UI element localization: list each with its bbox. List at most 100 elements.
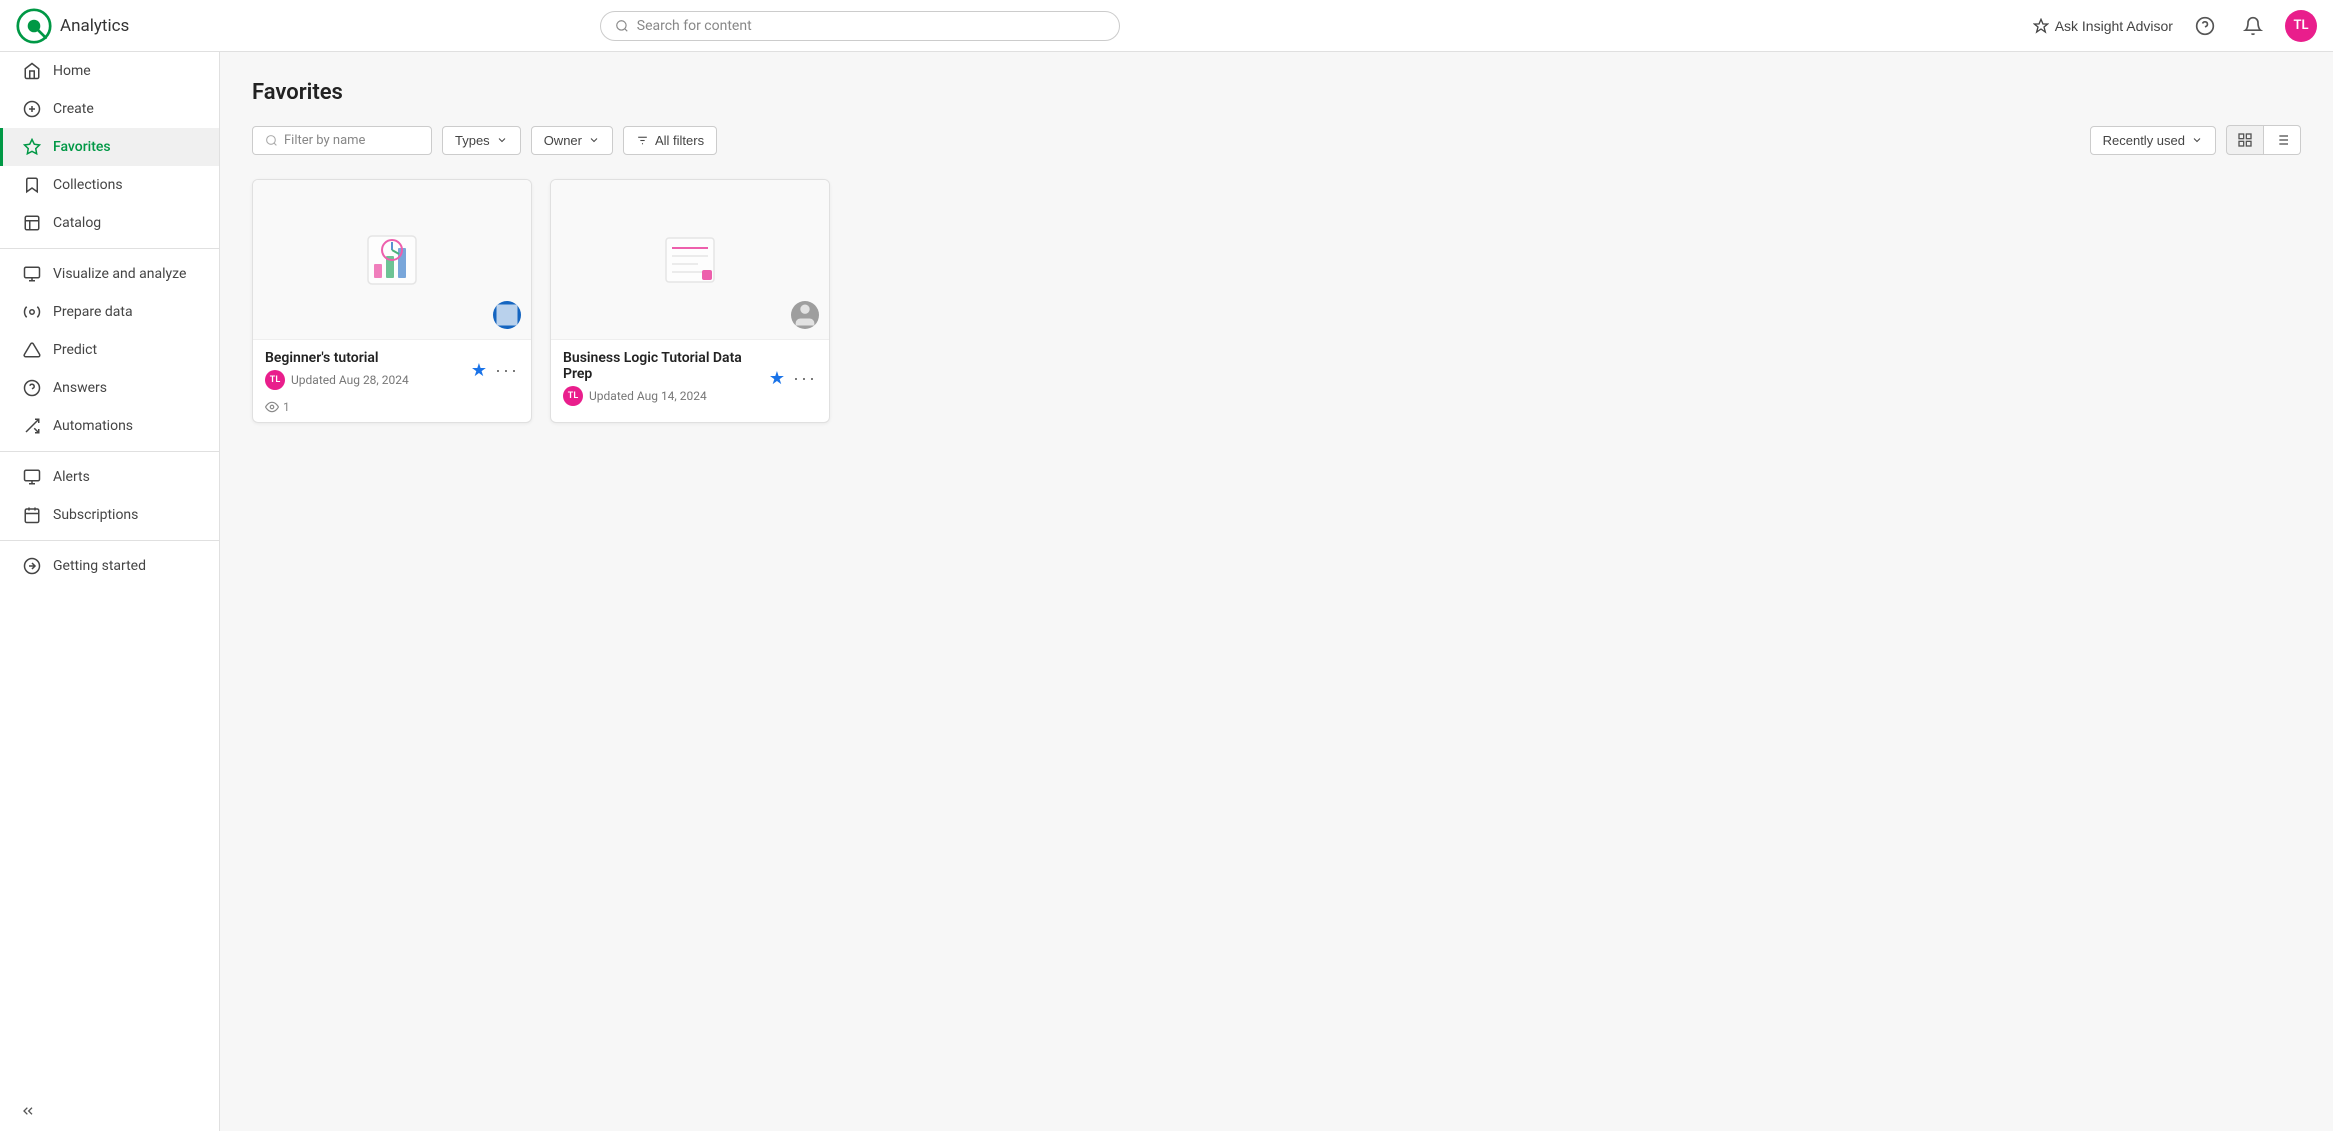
sidebar-divider-3 [0, 540, 219, 541]
card-footer-row-2: Business Logic Tutorial Data Prep TL Upd… [563, 350, 817, 406]
all-filters-button[interactable]: All filters [623, 126, 717, 155]
card-thumb-1 [253, 180, 531, 340]
card-footer-1: Beginner's tutorial TL Updated Aug 28, 2… [253, 340, 531, 400]
sort-chevron-icon [2191, 134, 2203, 146]
app-logo[interactable]: Analytics [16, 8, 129, 44]
sort-button[interactable]: Recently used [2090, 126, 2216, 155]
sidebar-collapse-button[interactable] [20, 1103, 36, 1119]
body-layout: Home Create Favorites Collections Catalo… [0, 52, 2333, 1131]
collapse-icon [20, 1103, 36, 1119]
insight-btn-label: Ask Insight Advisor [2055, 18, 2173, 34]
sidebar-item-prepare[interactable]: Prepare data [0, 293, 219, 331]
card-avatar-2: TL [563, 386, 583, 406]
predict-icon [23, 341, 41, 359]
notifications-button[interactable] [2237, 10, 2269, 42]
all-filters-label: All filters [655, 133, 704, 148]
types-label: Types [455, 133, 490, 148]
card-business-logic[interactable]: Business Logic Tutorial Data Prep TL Upd… [550, 179, 830, 423]
card-thumbnail-icon-1 [360, 228, 424, 292]
topnav-right-section: Ask Insight Advisor TL [2033, 10, 2317, 42]
sidebar-item-predict[interactable]: Predict [0, 331, 219, 369]
owner-chevron-icon [588, 134, 600, 146]
card-thumb-2 [551, 180, 829, 340]
sidebar-item-favorites[interactable]: Favorites [0, 128, 219, 166]
card-beginners-tutorial[interactable]: Beginner's tutorial TL Updated Aug 28, 2… [252, 179, 532, 423]
sidebar-label-getting-started: Getting started [53, 558, 146, 574]
help-button[interactable] [2189, 10, 2221, 42]
sidebar-item-automations[interactable]: Automations [0, 407, 219, 445]
card-views-1: 1 [253, 400, 531, 422]
card-actions-1: ★ ··· [471, 360, 519, 381]
search-placeholder: Search for content [637, 18, 752, 34]
owner-filter-button[interactable]: Owner [531, 126, 613, 155]
filter-bar: Filter by name Types Owner All filters R… [252, 125, 2301, 155]
card-badge-icon-1 [493, 283, 521, 347]
sidebar-item-getting-started[interactable]: Getting started [0, 547, 219, 585]
sidebar-item-catalog[interactable]: Catalog [0, 204, 219, 242]
sidebar-item-collections[interactable]: Collections [0, 166, 219, 204]
card-meta-1: TL Updated Aug 28, 2024 [265, 370, 409, 390]
sidebar-label-favorites: Favorites [53, 139, 111, 155]
user-avatar[interactable]: TL [2285, 10, 2317, 42]
sidebar-label-subscriptions: Subscriptions [53, 507, 138, 523]
sidebar-item-home[interactable]: Home [0, 52, 219, 90]
sidebar-item-create[interactable]: Create [0, 90, 219, 128]
home-icon [23, 62, 41, 80]
filter-search-icon [265, 134, 278, 147]
sidebar-label-home: Home [53, 63, 91, 79]
card-footer-row-1: Beginner's tutorial TL Updated Aug 28, 2… [265, 350, 519, 390]
grid-view-button[interactable] [2226, 125, 2264, 155]
sidebar-label-answers: Answers [53, 380, 107, 396]
prepare-icon [23, 303, 41, 321]
visualize-icon [23, 265, 41, 283]
sidebar-divider-2 [0, 451, 219, 452]
card-star-button-2[interactable]: ★ [769, 368, 785, 389]
card-updated-2: Updated Aug 14, 2024 [589, 389, 707, 403]
sort-label: Recently used [2103, 133, 2185, 148]
notifications-icon [2243, 16, 2263, 36]
sidebar-item-alerts[interactable]: Alerts [0, 458, 219, 496]
collections-icon [23, 176, 41, 194]
card-avatar-1: TL [265, 370, 285, 390]
filter-name-input[interactable]: Filter by name [252, 126, 432, 155]
sidebar-label-create: Create [53, 101, 94, 117]
card-view-count-1: 1 [283, 400, 290, 414]
card-more-button-1[interactable]: ··· [495, 360, 519, 381]
sidebar-label-predict: Predict [53, 342, 97, 358]
card-more-button-2[interactable]: ··· [793, 368, 817, 389]
card-thumbnail-icon-2 [658, 228, 722, 292]
search-icon [615, 19, 629, 33]
list-view-button[interactable] [2264, 125, 2301, 155]
sidebar-divider-1 [0, 248, 219, 249]
top-navigation: Analytics Search for content Ask Insight… [0, 0, 2333, 52]
sidebar: Home Create Favorites Collections Catalo… [0, 52, 220, 1131]
card-type-badge-2 [791, 301, 819, 329]
sidebar-bottom [0, 1091, 219, 1131]
types-filter-button[interactable]: Types [442, 126, 521, 155]
sidebar-item-subscriptions[interactable]: Subscriptions [0, 496, 219, 534]
views-icon-1 [265, 400, 279, 414]
types-chevron-icon [496, 134, 508, 146]
insight-advisor-button[interactable]: Ask Insight Advisor [2033, 18, 2173, 34]
sidebar-label-catalog: Catalog [53, 215, 101, 231]
card-actions-2: ★ ··· [769, 368, 817, 389]
sidebar-label-automations: Automations [53, 418, 133, 434]
card-footer-2: Business Logic Tutorial Data Prep TL Upd… [551, 340, 829, 416]
sidebar-label-prepare: Prepare data [53, 304, 133, 320]
sidebar-label-alerts: Alerts [53, 469, 90, 485]
view-toggle [2226, 125, 2301, 155]
grid-view-icon [2237, 132, 2253, 148]
sidebar-item-visualize[interactable]: Visualize and analyze [0, 255, 219, 293]
insight-icon [2033, 18, 2049, 34]
card-meta-2: TL Updated Aug 14, 2024 [563, 386, 769, 406]
search-bar[interactable]: Search for content [600, 11, 1120, 41]
card-title-2: Business Logic Tutorial Data Prep [563, 350, 769, 382]
card-updated-1: Updated Aug 28, 2024 [291, 373, 409, 387]
sidebar-item-answers[interactable]: Answers [0, 369, 219, 407]
subscriptions-icon [23, 506, 41, 524]
card-star-button-1[interactable]: ★ [471, 360, 487, 381]
list-view-icon [2274, 132, 2290, 148]
catalog-icon [23, 214, 41, 232]
card-title-1: Beginner's tutorial [265, 350, 409, 366]
answers-icon [23, 379, 41, 397]
